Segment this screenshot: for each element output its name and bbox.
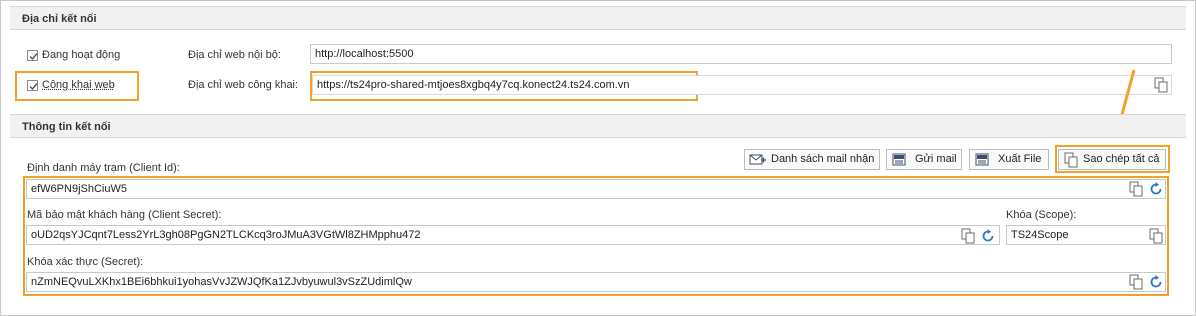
refresh-icon[interactable] — [1148, 274, 1164, 290]
section-header-connection-info: Thông tin kết nối — [10, 114, 1186, 138]
local-url-field[interactable]: http://localhost:5500 — [310, 44, 1172, 64]
copy-icon[interactable] — [1153, 77, 1169, 93]
copy-all-button[interactable]: Sao chép tất cả — [1058, 149, 1166, 170]
secret-field[interactable]: nZmNEQvuLXKhx1BEi6bhkui1yohasVvJZWJQfKa1… — [26, 272, 1166, 292]
public-web-checkbox[interactable] — [27, 80, 38, 91]
export-file-label: Xuất File — [998, 153, 1042, 165]
mail-list-label: Danh sách mail nhận — [771, 153, 875, 165]
active-label: Đang hoạt động — [42, 49, 121, 61]
copy-icon — [1064, 152, 1078, 168]
public-web-label: Công khai web — [42, 79, 115, 91]
scope-label: Khóa (Scope): — [1006, 209, 1077, 221]
copy-all-label: Sao chép tất cả — [1083, 153, 1160, 165]
client-secret-label: Mã bảo mật khách hàng (Client Secret): — [27, 209, 222, 221]
checkmark-icon — [29, 53, 38, 61]
export-file-button[interactable]: Xuất File — [969, 149, 1049, 170]
copy-icon[interactable] — [1148, 228, 1164, 244]
mail-list-icon — [749, 154, 766, 165]
send-mail-button[interactable]: Gửi mail — [886, 149, 962, 170]
copy-icon[interactable] — [1128, 181, 1144, 197]
active-checkbox[interactable] — [27, 50, 38, 61]
send-mail-label: Gửi mail — [915, 153, 957, 165]
export-file-icon — [975, 153, 989, 166]
client-id-label: Định danh máy trạm (Client Id): — [27, 162, 180, 174]
checkmark-icon — [29, 83, 38, 91]
refresh-icon[interactable] — [980, 228, 996, 244]
scope-field[interactable]: TS24Scope — [1006, 225, 1166, 245]
copy-icon[interactable] — [960, 228, 976, 244]
refresh-icon[interactable] — [1148, 181, 1164, 197]
section-header-address: Địa chỉ kết nối — [10, 6, 1186, 30]
local-url-label: Địa chỉ web nội bộ: — [188, 49, 281, 61]
mail-list-button[interactable]: Danh sách mail nhận — [744, 149, 880, 170]
client-id-field[interactable]: efW6PN9jShCiuW5 — [26, 179, 1166, 199]
public-url-label: Địa chỉ web công khai: — [188, 79, 299, 91]
send-mail-icon — [892, 153, 906, 166]
copy-icon[interactable] — [1128, 274, 1144, 290]
public-url-field[interactable]: https://ts24pro-shared-mtjoes8xgbq4y7cq.… — [312, 75, 1172, 95]
client-secret-field[interactable]: oUD2qsYJCqnt7Less2YrL3gh08PgGN2TLCKcq3ro… — [26, 225, 1000, 245]
secret-label: Khóa xác thực (Secret): — [27, 256, 144, 268]
